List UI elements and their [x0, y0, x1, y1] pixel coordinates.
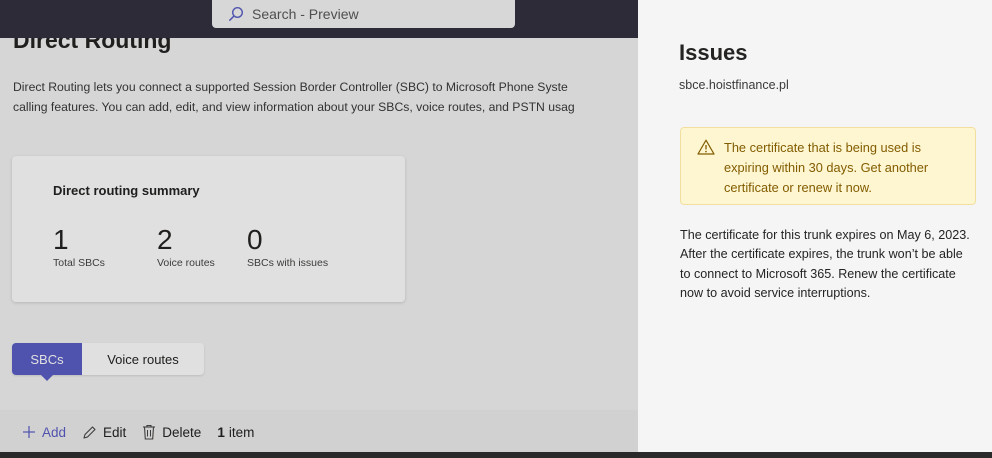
sbc-hostname: sbce.hoistfinance.pl — [679, 78, 789, 92]
certificate-warning-banner: The certificate that is being used is ex… — [680, 127, 976, 205]
issues-panel: Issues sbce.hoistfinance.pl The certific… — [638, 0, 992, 452]
bottom-edge — [0, 452, 992, 458]
panel-title: Issues — [679, 40, 748, 65]
modal-backdrop[interactable] — [0, 0, 638, 452]
certificate-details: The certificate for this trunk expires o… — [680, 228, 970, 301]
warning-icon — [697, 139, 715, 155]
warning-message: The certificate that is being used is ex… — [724, 140, 929, 195]
